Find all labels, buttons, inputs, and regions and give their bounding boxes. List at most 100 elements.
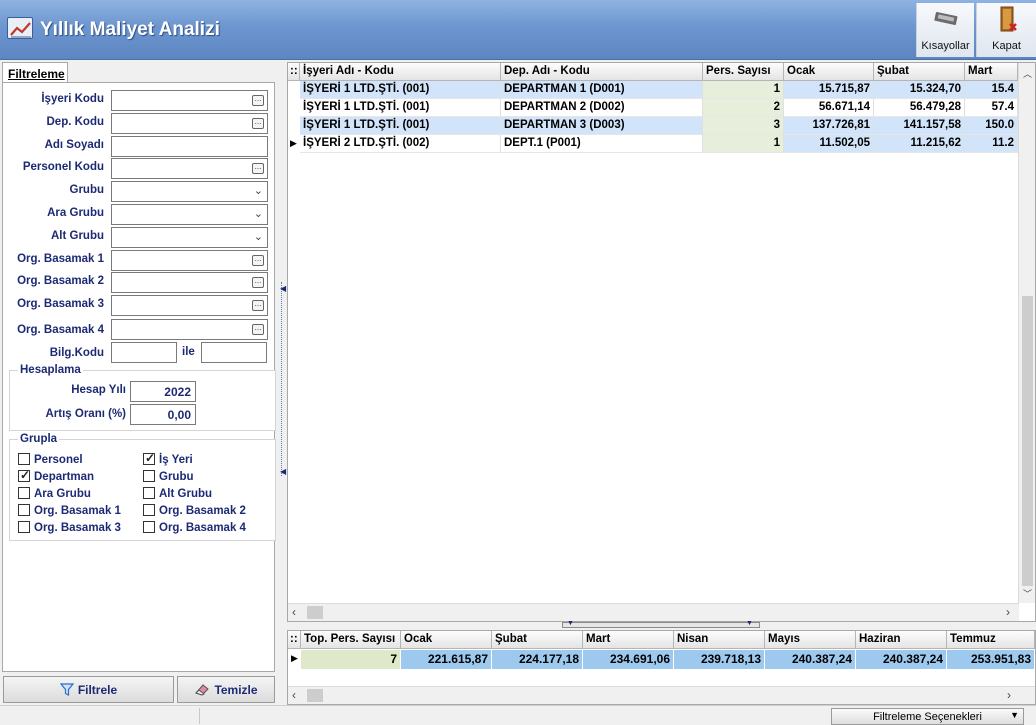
ellipsis-icon[interactable]: ...	[252, 163, 264, 174]
checkbox-alt-grubu[interactable]: Alt Grubu	[143, 487, 212, 500]
ellipsis-icon[interactable]: ...	[252, 300, 264, 311]
table-cell[interactable]: DEPARTMAN 2 (D002)	[501, 99, 703, 117]
table-cell[interactable]: 57.4	[965, 99, 1018, 117]
checkbox-box[interactable]	[143, 487, 155, 499]
checkbox-org-basamak-2[interactable]: Org. Basamak 2	[143, 504, 246, 517]
checkbox-departman[interactable]: Departman	[18, 468, 94, 483]
table-cell[interactable]: İŞYERİ 1 LTD.ŞTİ. (001)	[300, 117, 501, 135]
table-cell[interactable]: İŞYERİ 1 LTD.ŞTİ. (001)	[300, 81, 501, 99]
column-header[interactable]: Dep. Adı - Kodu	[501, 63, 703, 81]
ara-grubu-select[interactable]: ⌄	[111, 204, 268, 225]
table-cell[interactable]: 1	[703, 81, 784, 99]
bilg-kodu-to-input[interactable]	[201, 342, 267, 363]
tab-filtreleme[interactable]: Filtreleme	[2, 62, 68, 83]
column-header[interactable]: Şubat	[874, 63, 965, 81]
ellipsis-icon[interactable]: ...	[252, 118, 264, 129]
column-header[interactable]: İşyeri Adı - Kodu	[300, 63, 501, 81]
column-header[interactable]: Ocak	[784, 63, 874, 81]
table-cell[interactable]: 1	[703, 135, 784, 153]
checkbox-box[interactable]	[143, 521, 155, 533]
filter-button[interactable]: Filtrele	[3, 676, 174, 703]
collapse-left-icon[interactable]: ◀	[280, 467, 286, 476]
checkbox-is-yeri[interactable]: İş Yeri	[143, 451, 193, 466]
table-cell[interactable]: 11.215,62	[874, 135, 965, 153]
checkbox-box[interactable]	[18, 453, 30, 465]
table-cell[interactable]: 15.715,87	[784, 81, 874, 99]
personel-kodu-input[interactable]: ...	[111, 158, 268, 179]
column-header[interactable]: Temmuz	[947, 631, 1035, 649]
scroll-left-icon[interactable]: ‹	[292, 688, 296, 702]
scroll-right-icon[interactable]: ›	[1007, 688, 1011, 702]
hesap-yili-input[interactable]: 2022	[130, 381, 196, 402]
table-cell[interactable]: DEPARTMAN 3 (D003)	[501, 117, 703, 135]
scroll-down-icon[interactable]: ﹀	[1023, 587, 1032, 600]
org-basamak-1-input[interactable]: ...	[111, 250, 268, 271]
collapse-down-icon[interactable]: ▼	[567, 620, 574, 627]
table-cell[interactable]: 141.157,58	[874, 117, 965, 135]
table-cell[interactable]: 137.726,81	[784, 117, 874, 135]
org-basamak-2-input[interactable]: ...	[111, 272, 268, 293]
splitter-grip[interactable]	[281, 282, 285, 476]
org-basamak-3-input[interactable]: ...	[111, 295, 268, 316]
checkbox-box[interactable]	[18, 504, 30, 516]
collapse-down-icon[interactable]: ▼	[746, 620, 753, 627]
dep-kodu-input[interactable]: ...	[111, 113, 268, 134]
adi-soyadi-input[interactable]	[111, 136, 268, 157]
grid-vertical-scrollbar[interactable]: ︿ ﹀	[1018, 63, 1035, 603]
summary-cell[interactable]: 221.615,87	[401, 650, 492, 669]
summary-horizontal-scrollbar[interactable]: ‹ ›	[288, 686, 1035, 704]
scroll-thumb[interactable]	[307, 606, 323, 619]
isyeri-kodu-input[interactable]: ...	[111, 90, 268, 111]
collapse-left-icon[interactable]: ◀	[280, 284, 286, 293]
column-header[interactable]: Haziran	[856, 631, 947, 649]
alt-grubu-select[interactable]: ⌄	[111, 227, 268, 248]
filter-options-button[interactable]: Filtreleme Seçenekleri ▼	[831, 708, 1024, 725]
column-header[interactable]: Ocak	[401, 631, 492, 649]
summary-cell[interactable]: 253.951,83	[947, 650, 1035, 669]
vertical-splitter[interactable]: ◀ ◀	[279, 60, 287, 705]
table-cell[interactable]: 11.502,05	[784, 135, 874, 153]
scroll-left-icon[interactable]: ‹	[292, 605, 296, 619]
column-header[interactable]: Pers. Sayısı	[703, 63, 784, 81]
shortcuts-button[interactable]: Kısayollar	[916, 3, 974, 57]
column-header[interactable]: Top. Pers. Sayısı	[301, 631, 401, 649]
checkbox-box[interactable]	[143, 504, 155, 516]
summary-cell[interactable]: 224.177,18	[492, 650, 583, 669]
checkbox-box[interactable]	[18, 487, 30, 499]
summary-cell[interactable]: 240.387,24	[765, 650, 856, 669]
column-header[interactable]: Nisan	[674, 631, 765, 649]
horizontal-splitter[interactable]: ▼ ▼	[562, 620, 760, 628]
artis-orani-input[interactable]: 0,00	[130, 404, 196, 425]
table-cell[interactable]: DEPARTMAN 1 (D001)	[501, 81, 703, 99]
column-header[interactable]: Şubat	[492, 631, 583, 649]
checkbox-org-basamak-1[interactable]: Org. Basamak 1	[18, 504, 121, 517]
scroll-thumb[interactable]	[307, 689, 323, 702]
org-basamak-4-input[interactable]: ...	[111, 319, 268, 340]
scroll-thumb[interactable]	[1022, 296, 1033, 586]
scroll-right-icon[interactable]: ›	[1006, 605, 1010, 619]
column-header[interactable]: Mart	[965, 63, 1018, 81]
close-button[interactable]: Kapat	[976, 3, 1036, 57]
column-header[interactable]: Mart	[583, 631, 674, 649]
table-cell[interactable]: 15.4	[965, 81, 1018, 99]
chevron-down-icon[interactable]: ⌄	[254, 207, 263, 220]
checkbox-org-basamak-4[interactable]: Org. Basamak 4	[143, 521, 246, 534]
grubu-select[interactable]: ⌄	[111, 181, 268, 202]
ellipsis-icon[interactable]: ...	[252, 324, 264, 335]
checkbox-box[interactable]	[18, 468, 30, 482]
ellipsis-icon[interactable]: ...	[252, 95, 264, 106]
column-header[interactable]: Mayıs	[765, 631, 856, 649]
table-cell[interactable]: 150.0	[965, 117, 1018, 135]
checkbox-box[interactable]	[18, 521, 30, 533]
checkbox-box[interactable]	[143, 451, 155, 465]
table-cell[interactable]: 56.479,28	[874, 99, 965, 117]
bilg-kodu-from-input[interactable]	[111, 342, 177, 363]
table-cell[interactable]: 15.324,70	[874, 81, 965, 99]
checkbox-box[interactable]	[143, 470, 155, 482]
chevron-down-icon[interactable]: ⌄	[254, 230, 263, 243]
checkbox-personel[interactable]: Personel	[18, 453, 83, 466]
chevron-down-icon[interactable]: ⌄	[254, 184, 263, 197]
scroll-up-icon[interactable]: ︿	[1023, 67, 1032, 80]
table-cell[interactable]: İŞYERİ 1 LTD.ŞTİ. (001)	[300, 99, 501, 117]
table-cell[interactable]: İŞYERİ 2 LTD.ŞTİ. (002)	[300, 135, 501, 153]
